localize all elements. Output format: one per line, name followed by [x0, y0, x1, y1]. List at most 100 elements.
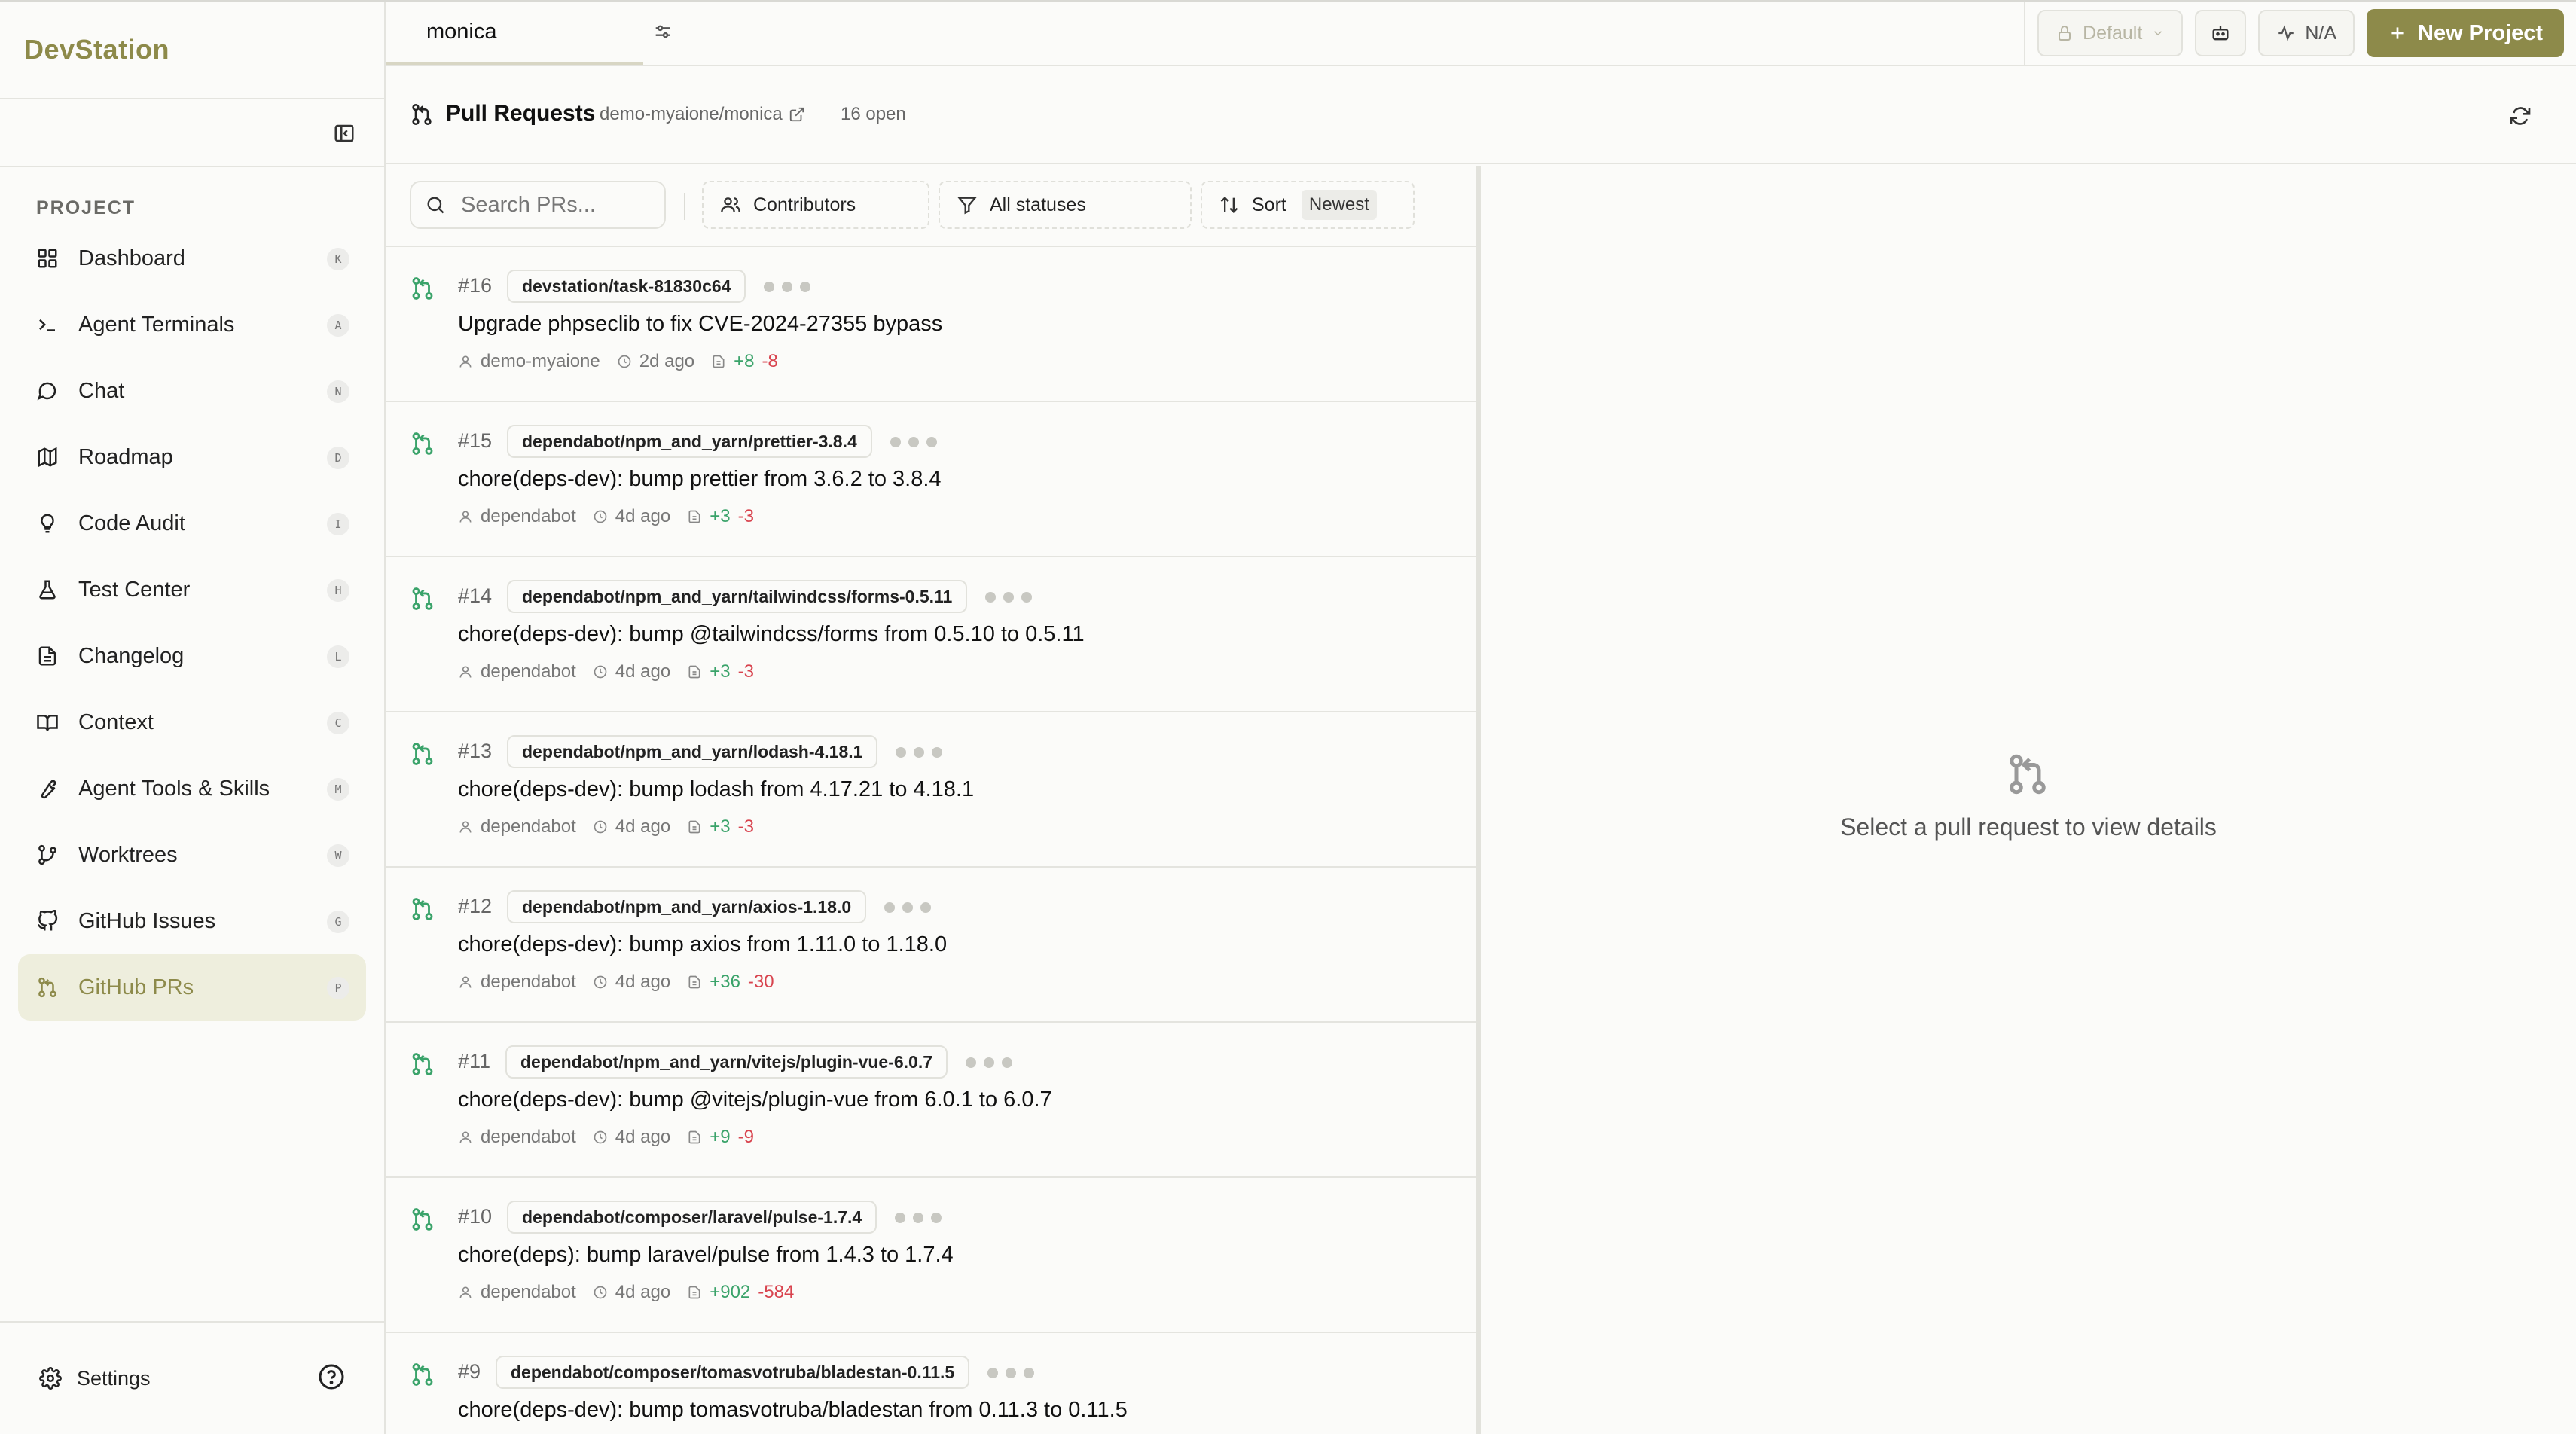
contributors-filter[interactable]: Contributors	[702, 181, 929, 229]
pr-open-icon	[412, 1208, 433, 1231]
sidebar-item-test-center[interactable]: Test Center H	[18, 557, 366, 623]
lightbulb-icon	[41, 514, 54, 533]
deletions: -3	[737, 661, 754, 682]
sort-label: Sort	[1252, 194, 1286, 215]
pr-checks-dots	[895, 1213, 942, 1223]
sidebar-item-agent-terminals[interactable]: Agent Terminals A	[18, 291, 366, 358]
pr-number: #10	[458, 1205, 493, 1228]
shortcut-badge: P	[327, 977, 349, 999]
profile-select[interactable]: Default	[2037, 10, 2184, 56]
terminal-icon-wrap	[35, 312, 60, 337]
sidebar-item-context[interactable]: Context C	[18, 689, 366, 755]
gear-icon	[39, 1367, 62, 1390]
pr-detail-pane: Select a pull request to view details	[1481, 166, 2576, 1434]
pr-branch-badge: dependabot/npm_and_yarn/vitejs/plugin-vu…	[505, 1045, 948, 1079]
sidebar-item-label: Roadmap	[78, 444, 173, 469]
new-project-button[interactable]: New Project	[2367, 9, 2564, 57]
sidebar-item-label: Context	[78, 709, 154, 734]
pr-list-item[interactable]: #14 dependabot/npm_and_yarn/tailwindcss/f…	[386, 557, 1476, 712]
status-indicator[interactable]: N/A	[2258, 10, 2355, 56]
pr-list-item[interactable]: #16 devstation/task-81830c64 Upgrade phpse…	[386, 247, 1476, 402]
help-button[interactable]	[318, 1363, 345, 1390]
search-box[interactable]	[410, 181, 666, 229]
pr-diffstat: +36 -30	[687, 972, 774, 993]
map-icon-wrap	[35, 444, 60, 470]
user-icon	[459, 511, 472, 523]
sidebar-item-github-prs[interactable]: GitHub PRs P	[18, 954, 366, 1021]
book-icon	[37, 715, 58, 731]
pr-list-item[interactable]: #11 dependabot/npm_and_yarn/vitejs/plugin…	[386, 1023, 1476, 1178]
shortcut-badge: N	[327, 380, 349, 403]
pr-list-item[interactable]: #10 dependabot/composer/laravel/pulse-1.7…	[386, 1178, 1476, 1333]
sort-control[interactable]: Sort Newest	[1201, 181, 1415, 229]
additions: +3	[710, 506, 731, 526]
top-actions: Default N/A New Project	[2024, 2, 2576, 65]
collapse-sidebar-button[interactable]	[331, 121, 357, 146]
agent-bot-button[interactable]	[2195, 10, 2247, 56]
additions: +3	[710, 816, 731, 837]
status-filter[interactable]: All statuses	[939, 181, 1192, 229]
status-filter-label: All statuses	[990, 194, 1086, 215]
pr-list-item[interactable]: #9 dependabot/composer/tomasvotruba/blade…	[386, 1333, 1476, 1434]
repo-link[interactable]: demo-myaione/monica	[600, 104, 805, 125]
pr-number: #12	[458, 895, 493, 917]
pr-open-icon	[412, 587, 433, 610]
pr-list-item[interactable]: #12 dependabot/npm_and_yarn/axios-1.18.0 c…	[386, 868, 1476, 1023]
pr-meta: dependabot 4d ago +3 -3	[458, 661, 771, 682]
sort-icon	[1220, 197, 1238, 213]
clock-icon	[594, 510, 607, 523]
pr-branch-badge: devstation/task-81830c64	[507, 270, 746, 303]
sidebar-item-code-audit[interactable]: Code Audit I	[18, 490, 366, 557]
grid-icon	[38, 249, 57, 268]
sidebar-item-agent-tools-and-skills[interactable]: Agent Tools & Skills M	[18, 755, 366, 822]
additions: +36	[710, 972, 740, 992]
pr-age: 4d ago	[593, 506, 670, 527]
pr-title: chore(deps-dev): bump lodash from 4.17.2…	[458, 777, 975, 801]
pr-author: demo-myaione	[458, 351, 600, 372]
pr-list-item[interactable]: #15 dependabot/npm_and_yarn/prettier-3.8.…	[386, 402, 1476, 557]
sidebar-item-roadmap[interactable]: Roadmap D	[18, 424, 366, 490]
settings-button[interactable]: Settings	[39, 1367, 151, 1390]
chevron-down-icon	[2154, 31, 2162, 36]
shortcut-badge: L	[327, 645, 349, 668]
flask-icon-wrap	[35, 577, 60, 603]
pr-open-icon	[412, 1363, 433, 1386]
app-window: DevStation PROJECT Dashboard K Agent Termi…	[0, 0, 2576, 1434]
user-icon	[459, 666, 472, 678]
sidebar-item-label: Code Audit	[78, 511, 185, 535]
refresh-button[interactable]	[2508, 104, 2534, 130]
sidebar-item-label: Agent Tools & Skills	[78, 776, 270, 801]
filter-icon	[957, 197, 977, 215]
pr-list-item[interactable]: #13 dependabot/npm_and_yarn/lodash-4.18.1…	[386, 712, 1476, 868]
shortcut-badge: M	[327, 778, 349, 801]
shortcut-badge: C	[327, 712, 349, 734]
filter-divider	[684, 193, 685, 220]
sidebar: DevStation PROJECT Dashboard K Agent Termi…	[0, 2, 386, 1434]
document-icon	[38, 646, 56, 666]
brand-logo: DevStation	[0, 2, 384, 99]
sidebar-item-dashboard[interactable]: Dashboard K	[18, 225, 366, 291]
search-input[interactable]	[461, 192, 657, 218]
sidebar-item-label: Changelog	[78, 643, 185, 668]
deletions: -584	[758, 1282, 795, 1302]
git-pull-request-icon	[38, 977, 56, 998]
project-tab[interactable]: monica	[386, 2, 643, 65]
pr-branch-badge: dependabot/composer/laravel/pulse-1.7.4	[507, 1201, 877, 1234]
shortcut-badge: D	[327, 447, 349, 469]
pr-checks-dots	[985, 592, 1032, 603]
pr-open-icon	[412, 1053, 433, 1076]
project-settings-button[interactable]	[652, 21, 675, 44]
sidebar-item-worktrees[interactable]: Worktrees W	[18, 822, 366, 888]
sidebar-item-chat[interactable]: Chat N	[18, 358, 366, 424]
pr-list: #16 devstation/task-81830c64 Upgrade phpse…	[386, 247, 1476, 1434]
user-icon	[459, 1286, 472, 1298]
file-diff-icon	[688, 510, 700, 523]
pr-meta: demo-myaione 2d ago +8 -8	[458, 351, 795, 372]
sidebar-item-github-issues[interactable]: GitHub Issues G	[18, 888, 366, 954]
pr-diffstat: +3 -3	[687, 661, 754, 682]
clock-icon	[594, 665, 607, 679]
wrench-icon	[41, 780, 56, 799]
sidebar-nav: Dashboard K Agent Terminals A Chat N Roadmap D C…	[0, 225, 384, 1021]
lightbulb-icon-wrap	[35, 511, 60, 536]
sidebar-item-changelog[interactable]: Changelog L	[18, 623, 366, 689]
